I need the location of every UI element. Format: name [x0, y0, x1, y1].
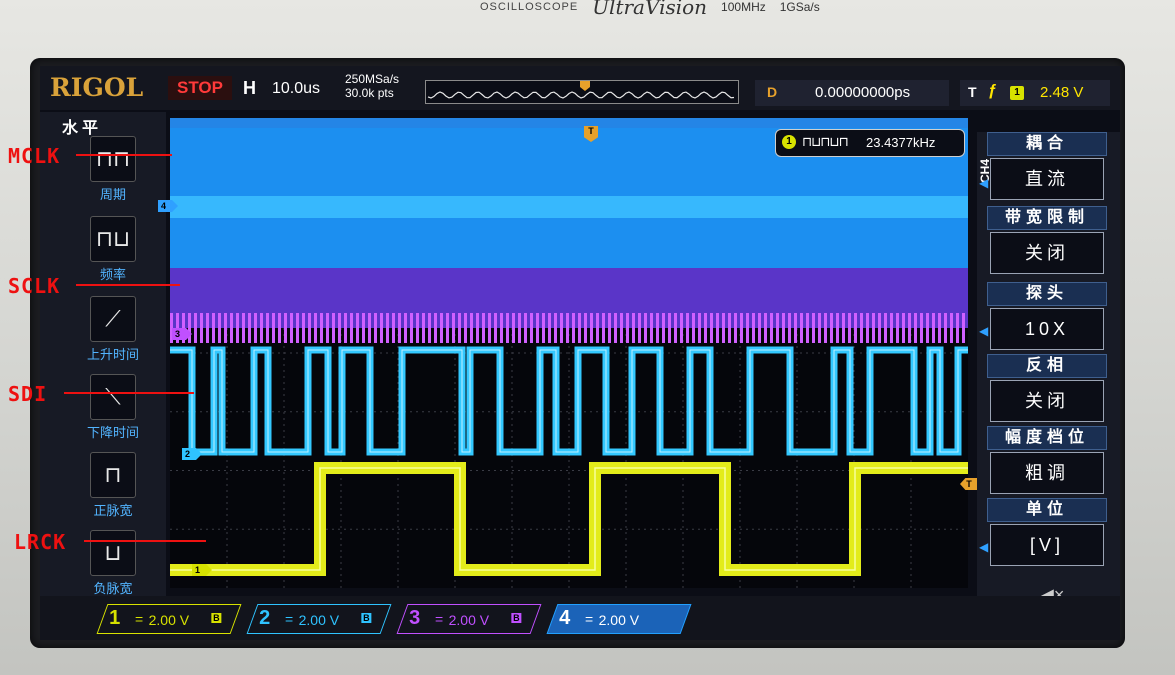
ch1-bw-limit-badge: B	[211, 613, 222, 623]
ch4-coupling-icon: =	[585, 611, 594, 627]
ch1-coupling-icon: =	[135, 611, 144, 627]
rising-edge-icon: ƒ	[988, 82, 997, 99]
ch2-bw-limit-badge: B	[361, 613, 372, 623]
probe-button[interactable]: 10X	[990, 308, 1104, 350]
annotation-sclk-line	[76, 284, 180, 286]
measure-period-button[interactable]: ⊓⊓ 周期	[78, 136, 150, 208]
ch1-number: 1	[109, 607, 121, 629]
ch2-status[interactable]: 2 = 2.00 V B	[246, 604, 392, 634]
delay-box[interactable]: D 0.00000000ps	[755, 80, 949, 106]
ch3-coupling-icon: =	[435, 611, 444, 627]
timebase-value[interactable]: 10.0us	[272, 80, 320, 98]
waveform-canvas	[170, 118, 968, 588]
bezel-branding: OSCILLOSCOPE UltraVision 100MHz 1GSa/s	[480, 0, 900, 20]
negative-width-icon: ⊔	[90, 530, 136, 576]
measure-frequency-button[interactable]: ⊓⊔ 频率	[78, 216, 150, 288]
coupling-arrow-icon: ◀	[979, 176, 989, 190]
unit-title: 单位	[987, 498, 1107, 522]
ch2-scale: 2.00 V	[298, 612, 340, 628]
ch3-bw-limit-badge: B	[511, 613, 522, 623]
measure-rise-time-button[interactable]: ⟋ 上升时间	[78, 296, 150, 368]
trigger-box[interactable]: T ƒ 1 2.48 V	[960, 80, 1110, 106]
probe-arrow-icon: ◀	[979, 324, 989, 338]
trigger-label: T	[968, 84, 977, 100]
frequency-readout: 1 ⊓⊔⊓⊔⊓ 23.4377kHz	[775, 129, 965, 157]
annotation-mclk: MCLK	[8, 144, 61, 168]
memory-overview-bar[interactable]	[425, 80, 739, 104]
bezel-samplerate-text: 1GSa/s	[779, 0, 820, 14]
delay-label: D	[767, 84, 778, 100]
bezel-bandwidth-text: 100MHz	[721, 0, 766, 14]
frequency-icon: ⊓⊔	[90, 216, 136, 262]
invert-button[interactable]: 关闭	[990, 380, 1104, 422]
probe-title: 探头	[987, 282, 1107, 306]
measure-positive-width-label: 正脉宽	[93, 503, 133, 518]
menu-title: 水平	[62, 120, 103, 137]
trigger-level-value: 2.48 V	[1040, 84, 1084, 101]
volts-scale-title: 幅度档位	[987, 426, 1107, 450]
ch4-scale: 2.00 V	[598, 612, 640, 628]
lrck-trace	[170, 462, 968, 576]
rise-time-icon: ⟋	[90, 296, 136, 342]
annotation-sdi-line	[64, 392, 194, 394]
memory-waveform-icon	[427, 81, 735, 99]
bezel-series-text: UltraVision	[592, 0, 708, 19]
status-bar: RIGOL STOP H 10.0us 250MSa/s 30.0k pts D…	[40, 66, 1120, 110]
unit-button[interactable]: [V]	[990, 524, 1104, 566]
channel-status-bar: 1 = 2.00 V B 2 = 2.00 V B 3 = 2.00 V B 4…	[40, 596, 1120, 640]
horizontal-label: H	[243, 78, 256, 98]
measure-frequency-label: 频率	[99, 267, 126, 282]
frequency-value: 23.4377kHz	[866, 135, 936, 150]
acquisition-info: 250MSa/s 30.0k pts	[345, 72, 399, 100]
ch3-scale: 2.00 V	[448, 612, 490, 628]
memory-depth: 30.0k pts	[345, 86, 394, 100]
period-icon: ⊓⊓	[90, 136, 136, 182]
scope-screen: RIGOL STOP H 10.0us 250MSa/s 30.0k pts D…	[40, 66, 1120, 640]
bezel-oscilloscope-text: OSCILLOSCOPE	[480, 1, 579, 13]
measure-positive-width-button[interactable]: ⊓ 正脉宽	[78, 452, 150, 524]
measure-rise-time-label: 上升时间	[86, 347, 139, 362]
measure-channel-badge: 1	[782, 135, 796, 149]
waveform-display[interactable]	[170, 118, 968, 588]
ch3-status[interactable]: 3 = 2.00 V B	[396, 604, 542, 634]
positive-width-icon: ⊓	[90, 452, 136, 498]
annotation-mclk-line	[76, 154, 172, 156]
bandwidth-limit-title: 带宽限制	[987, 206, 1107, 230]
sample-rate: 250MSa/s	[345, 72, 400, 86]
volts-scale-button[interactable]: 粗调	[990, 452, 1104, 494]
channel-menu: CH4 耦合 ◀ 直流 带宽限制 关闭 探头 ◀ 10X 反相 关闭 幅度档位 …	[977, 132, 1120, 602]
annotation-sclk: SCLK	[8, 274, 61, 298]
ch2-coupling-icon: =	[285, 611, 294, 627]
measure-negative-width-label: 负脉宽	[93, 581, 133, 596]
bandwidth-limit-button[interactable]: 关闭	[990, 232, 1104, 274]
fall-time-icon: ⟍	[90, 374, 136, 420]
annotation-sdi: SDI	[8, 382, 48, 406]
delay-value: 0.00000000ps	[815, 84, 911, 101]
ch2-number: 2	[259, 607, 271, 629]
unit-arrow-icon: ◀	[979, 540, 989, 554]
measure-fall-time-label: 下降时间	[86, 425, 139, 440]
ch3-number: 3	[409, 607, 421, 629]
invert-title: 反相	[987, 354, 1107, 378]
annotation-lrck-line	[84, 540, 206, 542]
run-stop-badge[interactable]: STOP	[168, 76, 232, 100]
ch1-scale: 2.00 V	[148, 612, 190, 628]
trigger-source-badge: 1	[1010, 86, 1024, 100]
coupling-button[interactable]: 直流	[990, 158, 1104, 200]
coupling-title: 耦合	[987, 132, 1107, 156]
square-wave-icon: ⊓⊔⊓⊔⊓	[802, 134, 849, 149]
ch1-status[interactable]: 1 = 2.00 V B	[96, 604, 242, 634]
ch4-status[interactable]: 4 = 2.00 V	[546, 604, 692, 634]
measure-period-label: 周期	[99, 187, 126, 202]
annotation-lrck: LRCK	[14, 530, 67, 554]
ch4-number: 4	[559, 607, 571, 629]
measure-fall-time-button[interactable]: ⟍ 下降时间	[78, 374, 150, 446]
brand-logo: RIGOL	[50, 73, 144, 102]
